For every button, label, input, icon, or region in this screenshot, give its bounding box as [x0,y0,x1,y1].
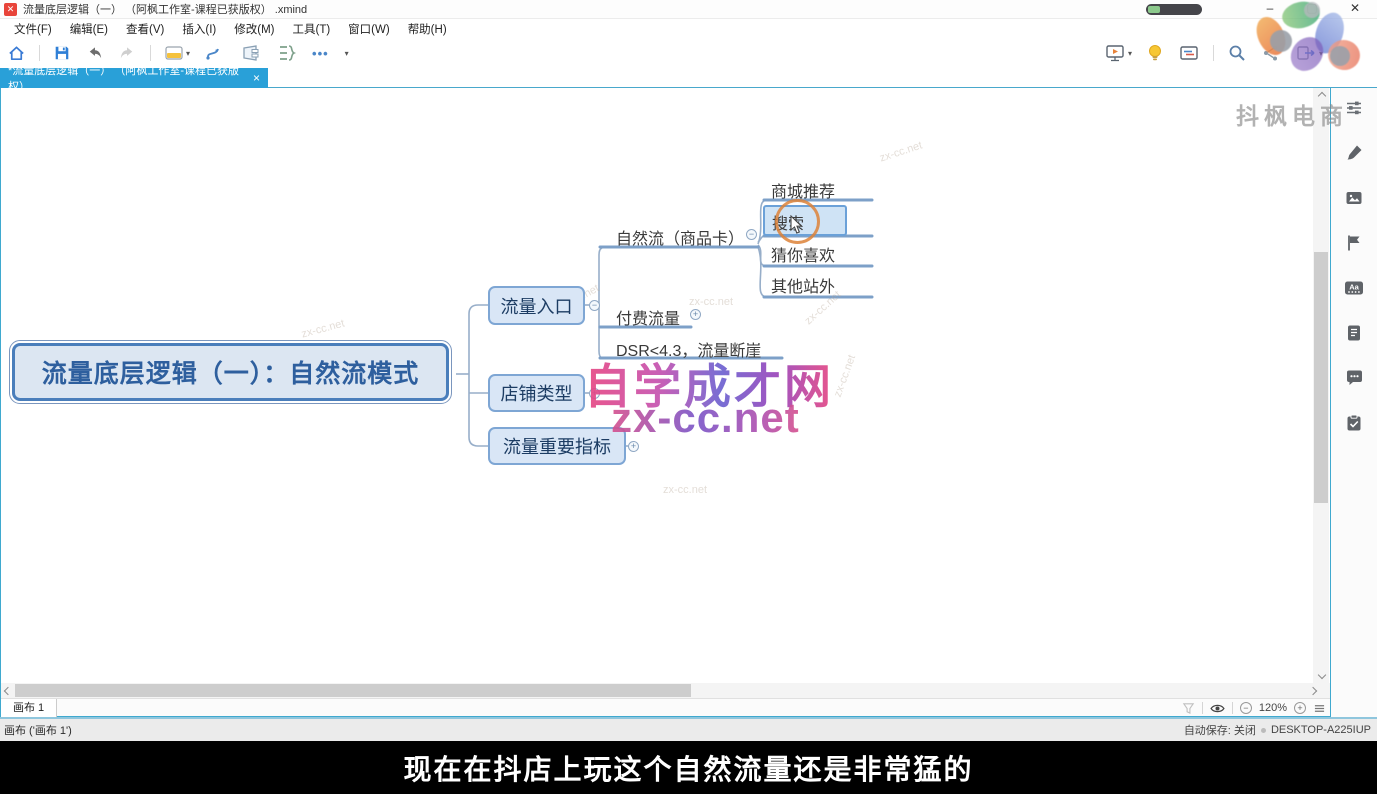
xmind-window: ✕ 流量底层逻辑（一） （阿枫工作室-课程已获版权） .xmind – ▢ ✕ … [0,0,1377,794]
topic-shop-type[interactable]: 店铺类型 [488,374,585,412]
scroll-down-icon[interactable] [1317,670,1327,680]
zoom-in-button[interactable]: + [1294,702,1306,714]
zoom-level[interactable]: 120% [1259,702,1287,714]
watermark-scatter: zx-cc.net [663,484,707,496]
format-panel-icon [1178,43,1200,63]
topic-paid-traffic[interactable]: 付费流量 [616,305,680,329]
export-button[interactable]: ▾ [1288,40,1330,66]
menu-view[interactable]: 查看(V) [118,19,172,39]
status-sheet-info: 画布 ('画布 1') [4,722,72,738]
window-title: 流量底层逻辑（一） （阿枫工作室-课程已获版权） .xmind [23,1,307,17]
illustration-icon[interactable] [1344,188,1364,208]
right-sidebar: Aa [1331,88,1377,717]
vertical-scroll-thumb[interactable] [1314,252,1328,503]
watermark-scatter: zx-cc.net [689,296,733,308]
share-button[interactable] [1254,40,1288,66]
notes-icon[interactable] [1344,323,1364,343]
maximize-button[interactable]: ▢ [1297,0,1327,19]
watermark-site-url: zx-cc.net [611,394,800,442]
comment-icon[interactable] [1344,368,1364,388]
menu-modify[interactable]: 修改(M) [226,19,282,39]
topic-mall-recommend[interactable]: 商城推荐 [771,178,835,202]
redo-icon [118,44,137,63]
topic-natural-flow[interactable]: 自然流（商品卡） [616,225,744,249]
export-icon [1295,43,1317,63]
subtitle-text: 现在在抖店上玩这个自然流量还是非常猛的 [403,748,973,788]
menu-window[interactable]: 窗口(W) [340,19,398,39]
scroll-left-icon[interactable] [3,686,13,696]
more-tools-button[interactable]: ••• [305,40,336,66]
menu-tools[interactable]: 工具(T) [284,19,338,39]
sheet-bar: 画布 1 − 120% + [1,698,1330,716]
tips-button[interactable] [1139,40,1171,66]
lightbulb-icon [1146,43,1164,63]
summary-icon [276,43,298,63]
tab-close-icon[interactable]: × [253,71,260,85]
vertical-scrollbar[interactable] [1313,88,1329,683]
summary-button[interactable] [269,40,305,66]
document-tab-bar: *流量底层逻辑（一） （阿枫工作室-课程已获版权） × [0,68,1377,88]
recording-indicator [1146,4,1202,15]
separator-dot [1261,728,1266,733]
sticker-icon[interactable]: Aa [1344,278,1364,298]
video-subtitle-bar: 现在在抖店上玩这个自然流量还是非常猛的 [0,741,1377,794]
app-logo-icon: ✕ [4,3,17,16]
autosave-status: 自动保存: 关闭 [1184,722,1256,738]
format-panel-button[interactable] [1171,40,1207,66]
share-icon [1261,43,1281,63]
style-brush-icon[interactable] [1344,143,1364,163]
menu-edit[interactable]: 编辑(E) [62,19,116,39]
topic-guess-you-like[interactable]: 猜你喜欢 [771,242,835,266]
expand-handle[interactable]: + [690,309,701,320]
canvas-container: zx-cc.net zx-cc.net zx-cc.net zx-cc.net … [0,88,1331,717]
collapse-handle[interactable]: − [746,229,757,240]
menu-bar: 文件(F) 编辑(E) 查看(V) 插入(I) 修改(M) 工具(T) 窗口(W… [0,19,1377,38]
horizontal-scrollbar[interactable] [1,683,1330,698]
marker-flag-icon[interactable] [1344,233,1364,253]
search-icon [1227,43,1247,63]
menu-help[interactable]: 帮助(H) [400,19,455,39]
document-tab[interactable]: *流量底层逻辑（一） （阿枫工作室-课程已获版权） × [0,68,268,88]
topic-other-offsite[interactable]: 其他站外 [771,273,835,297]
home-icon [7,44,26,63]
style-icon [164,44,184,62]
more-dots-icon: ••• [312,46,329,61]
relationship-icon [204,43,226,63]
menu-file[interactable]: 文件(F) [6,19,60,39]
menu-insert[interactable]: 插入(I) [174,19,224,39]
central-topic-label: 流量底层逻辑（一）：自然流模式 [12,343,449,401]
topic-key-metrics[interactable]: 流量重要指标 [488,427,626,465]
device-name: DESKTOP-A225IUP [1271,724,1371,736]
save-icon [53,44,71,62]
style-caret[interactable]: ▾ [186,49,190,58]
boundary-icon [240,43,262,63]
sheet-tab-canvas1[interactable]: 画布 1 [1,699,57,717]
scroll-right-icon[interactable] [1308,686,1318,696]
undo-icon [85,44,104,63]
central-topic[interactable]: 流量底层逻辑（一）：自然流模式 [9,340,452,404]
toolbar-overflow-caret[interactable]: ▾ [336,40,356,66]
horizontal-scroll-thumb[interactable] [15,684,691,697]
watermark-brand: 抖枫电商 [1236,97,1348,131]
task-checklist-icon[interactable] [1344,413,1364,433]
mindmap-canvas[interactable]: zx-cc.net zx-cc.net zx-cc.net zx-cc.net … [1,88,1330,683]
view-eye-icon[interactable] [1210,703,1225,714]
fit-map-icon[interactable] [1313,703,1326,714]
status-bar: 画布 ('画布 1') 自动保存: 关闭 DESKTOP-A225IUP [0,717,1377,741]
search-button[interactable] [1220,40,1254,66]
presentation-icon [1104,43,1126,63]
presentation-button[interactable]: ▾ [1097,40,1139,66]
topic-traffic-entrance[interactable]: 流量入口 [488,286,585,325]
collapse-handle[interactable]: − [589,300,600,311]
title-bar: ✕ 流量底层逻辑（一） （阿枫工作室-课程已获版权） .xmind – ▢ ✕ [0,0,1377,19]
zoom-out-button[interactable]: − [1240,702,1252,714]
svg-text:Aa: Aa [1349,283,1359,292]
mouse-cursor [790,215,804,235]
filter-icon[interactable] [1182,702,1195,715]
minimize-button[interactable]: – [1255,0,1285,19]
expand-handle[interactable]: + [628,441,639,452]
close-button[interactable]: ✕ [1340,0,1370,19]
